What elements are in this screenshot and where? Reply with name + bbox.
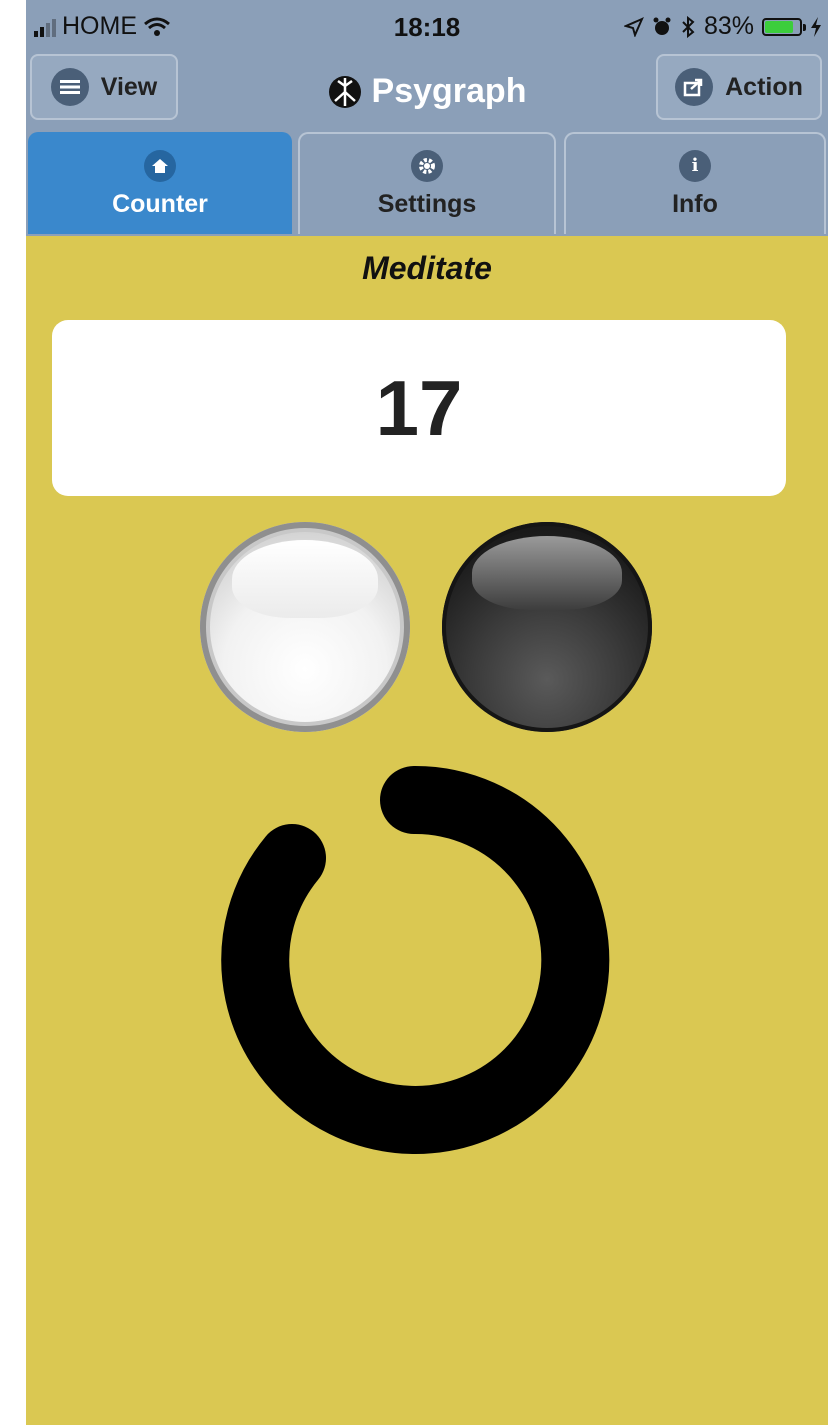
share-icon <box>675 68 714 106</box>
progress-ring[interactable] <box>26 740 828 1160</box>
bluetooth-icon <box>682 15 695 38</box>
status-bar: HOME 18:18 83% <box>26 0 828 54</box>
tab-settings[interactable]: Settings <box>298 132 556 234</box>
alarm-icon <box>653 17 671 35</box>
battery-icon <box>762 17 806 36</box>
tab-settings-label: Settings <box>377 189 477 218</box>
action-button[interactable]: Action <box>656 54 822 120</box>
app-title-text: Psygraph <box>371 72 527 110</box>
counter-value: 17 <box>375 363 463 452</box>
location-icon <box>623 16 644 37</box>
top-bar: HOME 18:18 83% View Psygraph Action Coun… <box>26 0 828 236</box>
home-icon <box>144 149 176 182</box>
mode-label: Meditate <box>362 250 492 286</box>
white-orb-button[interactable] <box>200 522 410 732</box>
app-screen: HOME 18:18 83% View Psygraph Action Coun… <box>26 0 828 1425</box>
info-icon: i <box>679 149 711 182</box>
tab-counter[interactable]: Counter <box>28 132 292 234</box>
counter-display: 17 <box>52 320 786 496</box>
tab-info-label: Info <box>672 189 718 218</box>
tab-info[interactable]: i Info <box>564 132 826 234</box>
action-button-label: Action <box>725 72 803 101</box>
battery-percent: 83% <box>703 12 754 40</box>
black-orb-button[interactable] <box>442 522 652 732</box>
psygraph-logo-icon <box>328 75 361 108</box>
tab-counter-label: Counter <box>112 189 208 218</box>
gear-icon <box>411 149 443 182</box>
charging-icon <box>811 16 821 37</box>
